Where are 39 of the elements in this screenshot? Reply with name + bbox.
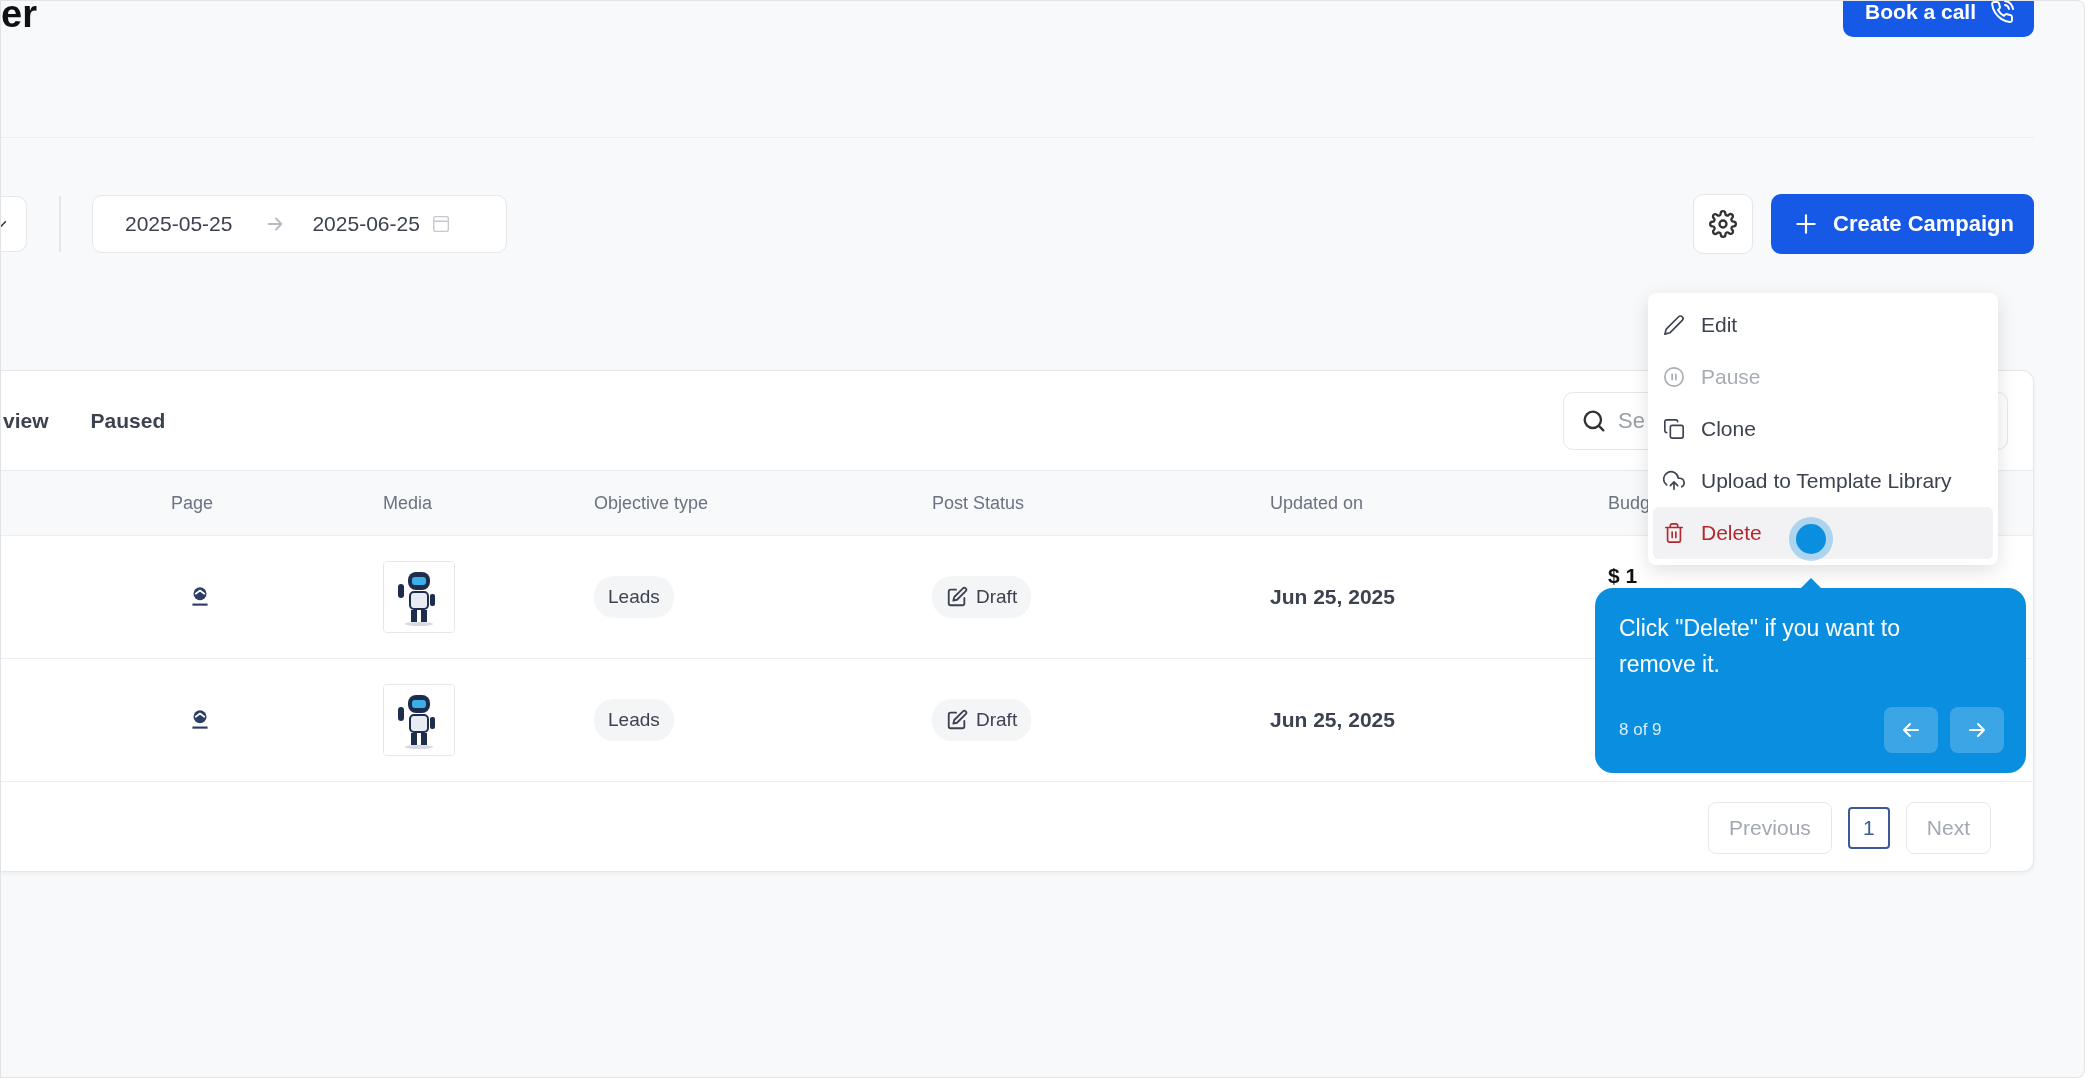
edit-icon xyxy=(946,586,968,608)
status-tag: Draft xyxy=(932,576,1032,618)
settings-button[interactable] xyxy=(1693,194,1754,254)
trash-icon xyxy=(1663,522,1685,544)
menu-item[interactable]: Clone xyxy=(1653,403,1993,455)
tooltip-text: Click "Delete" if you want to remove it. xyxy=(1619,614,1901,679)
step-counter: 8 of 9 xyxy=(1619,720,1662,740)
column-header: Objective type xyxy=(593,492,710,514)
copy-icon xyxy=(1663,418,1685,440)
back-button[interactable] xyxy=(1884,707,1938,753)
table-cell: $ 1 xyxy=(1608,564,1638,588)
page-title: er xyxy=(1,1,38,29)
objective-tag: Leads xyxy=(594,576,674,618)
page-number[interactable]: 1 xyxy=(1847,806,1890,849)
table-cell: Jun 25, 2025 xyxy=(1270,708,1395,732)
tab[interactable]: view xyxy=(3,402,49,439)
column-header: Page xyxy=(170,492,215,514)
objective-tag: Leads xyxy=(594,699,674,741)
column-header: Updated on xyxy=(1269,492,1365,514)
end-date: 2025-06-25 xyxy=(312,212,420,236)
cloud-upload-icon xyxy=(1663,470,1685,492)
status-tag: Draft xyxy=(932,699,1032,741)
edit-icon xyxy=(946,709,968,731)
date-range-field[interactable]: 2025-05-25 2025-06-25 xyxy=(92,195,507,253)
tab[interactable]: Paused xyxy=(90,402,166,439)
pointer-hotspot xyxy=(1789,517,1833,561)
pause-icon xyxy=(1663,366,1685,388)
create-campaign-button[interactable]: Create Campaign xyxy=(1771,194,2034,254)
pencil-icon xyxy=(1663,314,1685,336)
menu-item[interactable]: Delete xyxy=(1653,507,1993,559)
forward-button[interactable] xyxy=(1950,707,2004,753)
settings-icon xyxy=(1709,210,1738,238)
start-date: 2025-05-25 xyxy=(125,212,233,236)
column-header: Media xyxy=(382,492,434,514)
menu-item[interactable]: Upload to Template Library xyxy=(1653,455,1993,507)
book-call-button[interactable]: Book a call xyxy=(1843,1,2034,37)
table-cell: Jun 25, 2025 xyxy=(1270,585,1395,609)
menu-item[interactable]: Edit xyxy=(1653,299,1993,351)
column-header: Post Status xyxy=(931,492,1026,514)
